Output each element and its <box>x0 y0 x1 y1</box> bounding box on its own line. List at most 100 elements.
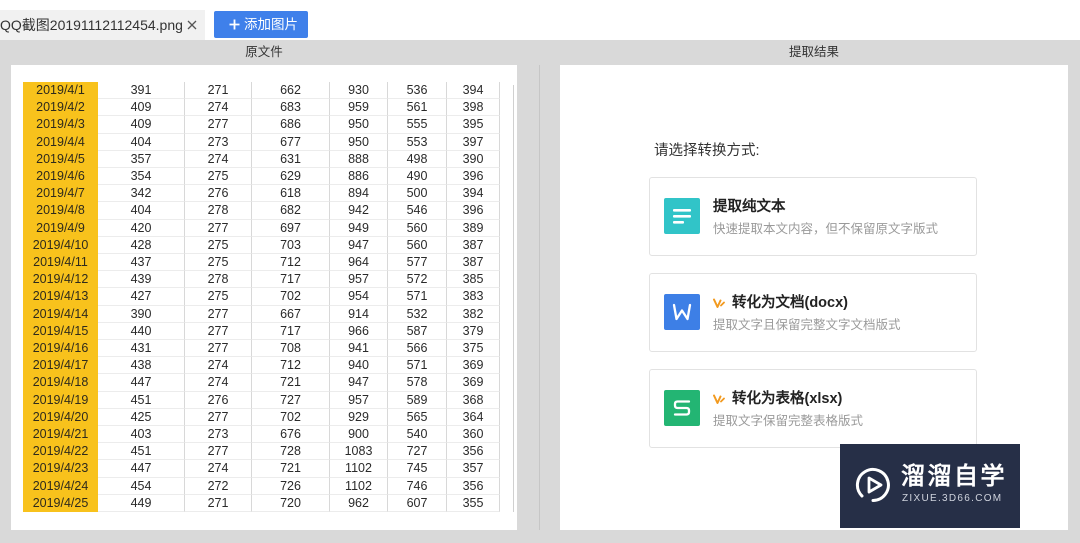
date-cell: 2019/4/25 <box>32 495 89 510</box>
date-cell: 2019/4/19 <box>32 392 89 407</box>
value-cell: 686 <box>252 116 330 134</box>
value-cell: 375 <box>447 340 500 358</box>
panel-divider[interactable] <box>539 65 540 530</box>
option-convert-docx[interactable]: 转化为文档(docx) 提取文字且保留完整文字文档版式 <box>649 273 977 352</box>
value-cell: 395 <box>447 116 500 134</box>
value-cell: 383 <box>447 288 500 306</box>
table-row: 2019/4/21 403 273 676 900 540 360 <box>23 426 500 444</box>
option-description: 快速提取本文内容，但不保留原文字版式 <box>713 222 939 236</box>
plus-icon <box>229 19 240 30</box>
value-cell: 1102 <box>330 477 388 495</box>
value-cell: 409 <box>98 99 185 117</box>
table-row: 2019/4/11 437 275 712 964 577 387 <box>23 254 500 272</box>
value-cell: 394 <box>447 185 500 203</box>
table-row: 2019/4/6 354 275 629 886 490 396 <box>23 168 500 186</box>
option-description: 提取文字保留完整表格版式 <box>713 414 864 428</box>
value-cell: 940 <box>330 357 388 375</box>
spreadsheet-icon <box>664 390 700 426</box>
source-image-table: 2019/4/1 391 271 662 930 536 394 2019/4/2 409 274… <box>23 82 500 512</box>
value-cell: 387 <box>447 236 500 254</box>
table-row: 2019/4/17 438 274 712 940 571 369 <box>23 357 500 375</box>
value-cell: 274 <box>185 374 252 392</box>
value-cell: 390 <box>98 305 185 323</box>
date-cell: 2019/4/14 <box>32 306 89 321</box>
value-cell: 966 <box>330 322 388 340</box>
close-icon[interactable] <box>187 20 197 30</box>
value-cell: 278 <box>185 271 252 289</box>
value-cell: 930 <box>330 82 388 100</box>
value-cell: 274 <box>185 357 252 375</box>
value-cell: 273 <box>185 133 252 151</box>
value-cell: 589 <box>388 391 447 409</box>
table-row: 2019/4/4 404 273 677 950 553 397 <box>23 133 500 151</box>
date-cell: 2019/4/5 <box>36 151 85 166</box>
value-cell: 942 <box>330 202 388 220</box>
value-cell: 914 <box>330 305 388 323</box>
value-cell: 273 <box>185 426 252 444</box>
value-cell: 941 <box>330 340 388 358</box>
option-extract-plain-text[interactable]: 提取纯文本 快速提取本文内容，但不保留原文字版式 <box>649 177 977 256</box>
table-row: 2019/4/20 425 277 702 929 565 364 <box>23 408 500 426</box>
value-cell: 712 <box>252 357 330 375</box>
table-row: 2019/4/25 449 271 720 962 607 355 <box>23 494 500 512</box>
value-cell: 712 <box>252 254 330 272</box>
text-lines-icon <box>664 198 700 234</box>
date-cell: 2019/4/17 <box>32 358 89 373</box>
option-title-text: 提取纯文本 <box>713 199 786 215</box>
date-cell: 2019/4/15 <box>32 323 89 338</box>
value-cell: 957 <box>330 391 388 409</box>
value-cell: 274 <box>185 460 252 478</box>
value-cell: 950 <box>330 133 388 151</box>
value-cell: 382 <box>447 305 500 323</box>
option-convert-xlsx[interactable]: 转化为表格(xlsx) 提取文字保留完整表格版式 <box>649 369 977 448</box>
date-cell: 2019/4/16 <box>32 341 89 355</box>
table-row: 2019/4/12 439 278 717 957 572 385 <box>23 271 500 289</box>
value-cell: 746 <box>388 477 447 495</box>
date-cell: 2019/4/10 <box>32 237 89 252</box>
date-cell: 2019/4/13 <box>32 289 89 304</box>
value-cell: 566 <box>388 340 447 358</box>
value-cell: 498 <box>388 150 447 168</box>
value-cell: 277 <box>185 443 252 461</box>
value-cell: 342 <box>98 185 185 203</box>
value-cell: 536 <box>388 82 447 100</box>
value-cell: 274 <box>185 99 252 117</box>
value-cell: 447 <box>98 374 185 392</box>
value-cell: 490 <box>388 168 447 186</box>
value-cell: 950 <box>330 116 388 134</box>
option-title-text: 转化为文档(docx) <box>732 295 848 311</box>
option-title: 转化为表格(xlsx) <box>713 390 963 408</box>
watermark-logo: 溜溜自学 ZIXUE.3D66.COM <box>840 444 1020 528</box>
value-cell: 391 <box>98 82 185 100</box>
value-cell: 394 <box>447 82 500 100</box>
value-cell: 929 <box>330 408 388 426</box>
value-cell: 396 <box>447 168 500 186</box>
table-row: 2019/4/5 357 274 631 888 498 390 <box>23 150 500 168</box>
value-cell: 437 <box>98 254 185 272</box>
date-cell: 2019/4/21 <box>32 427 89 441</box>
value-cell: 404 <box>98 202 185 220</box>
value-cell: 682 <box>252 202 330 220</box>
table-row: 2019/4/1 391 271 662 930 536 394 <box>23 82 500 100</box>
value-cell: 578 <box>388 374 447 392</box>
value-cell: 1102 <box>330 460 388 478</box>
value-cell: 277 <box>185 219 252 237</box>
value-cell: 277 <box>185 408 252 426</box>
table-row: 2019/4/7 342 276 618 894 500 394 <box>23 185 500 203</box>
file-tab[interactable]: QQ截图20191112112454.png <box>0 10 205 40</box>
value-cell: 447 <box>98 460 185 478</box>
value-cell: 277 <box>185 322 252 340</box>
table-row: 2019/4/10 428 275 703 947 560 387 <box>23 236 500 254</box>
value-cell: 727 <box>252 391 330 409</box>
add-image-button[interactable]: 添加图片 <box>214 11 308 38</box>
value-cell: 420 <box>98 219 185 237</box>
value-cell: 888 <box>330 150 388 168</box>
value-cell: 276 <box>185 391 252 409</box>
value-cell: 577 <box>388 254 447 272</box>
value-cell: 278 <box>185 202 252 220</box>
date-cell: 2019/4/2 <box>36 100 85 115</box>
table-row: 2019/4/15 440 277 717 966 587 379 <box>23 322 500 340</box>
value-cell: 662 <box>252 82 330 100</box>
value-cell: 449 <box>98 494 185 512</box>
value-cell: 369 <box>447 357 500 375</box>
